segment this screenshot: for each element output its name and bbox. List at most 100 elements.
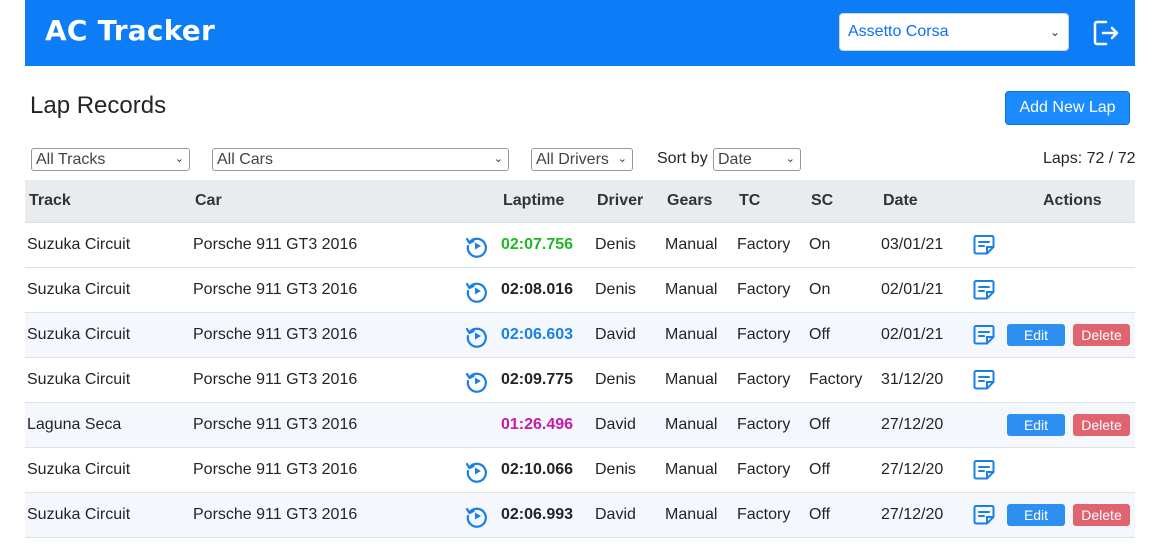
header-driver[interactable]: Driver	[597, 192, 643, 210]
cell-date: 02/01/21	[881, 281, 944, 298]
table-row: Suzuka Circuit Porsche 911 GT3 2016 02:1…	[25, 448, 1135, 493]
logout-icon[interactable]	[1091, 18, 1121, 48]
delete-button[interactable]: Delete	[1073, 324, 1130, 346]
game-select[interactable]: Assetto Corsa ⌄	[839, 13, 1069, 51]
edit-button[interactable]: Edit	[1007, 504, 1065, 526]
header-sc[interactable]: SC	[811, 192, 833, 210]
cell-gears: Manual	[665, 326, 718, 343]
cell-track: Suzuka Circuit	[27, 371, 131, 388]
header-track[interactable]: Track	[29, 192, 71, 210]
track-filter[interactable]: All Tracks ⌄	[31, 148, 190, 171]
game-select-value: Assetto Corsa	[848, 23, 949, 40]
edit-button[interactable]: Edit	[1007, 324, 1065, 346]
replay-icon[interactable]	[465, 369, 489, 393]
table-row: Suzuka Circuit Porsche 911 GT3 2016 02:0…	[25, 223, 1135, 268]
cell-tc: Factory	[737, 281, 791, 298]
notes-icon[interactable]	[972, 503, 996, 527]
table-row: Suzuka Circuit Porsche 911 GT3 2016 02:0…	[25, 268, 1135, 313]
table-row: Suzuka Circuit Porsche 911 GT3 2016 02:0…	[25, 358, 1135, 403]
header-laptime[interactable]: Laptime	[503, 192, 564, 210]
driver-filter[interactable]: All Drivers ⌄	[531, 148, 633, 171]
notes-icon[interactable]	[972, 458, 996, 482]
notes-icon[interactable]	[972, 278, 996, 302]
cell-car: Porsche 911 GT3 2016	[193, 326, 358, 343]
navbar: AC Tracker Assetto Corsa ⌄	[25, 0, 1135, 66]
notes-icon[interactable]	[972, 368, 996, 392]
cell-driver: Denis	[595, 236, 636, 253]
chevron-down-icon: ⌄	[174, 153, 184, 165]
edit-button[interactable]: Edit	[1007, 414, 1065, 436]
cell-sc: On	[809, 281, 831, 298]
cell-tc: Factory	[737, 461, 791, 478]
cell-car: Porsche 911 GT3 2016	[193, 281, 358, 298]
sort-select[interactable]: Date ⌄	[713, 148, 801, 171]
cell-laptime: 02:08.016	[501, 281, 574, 298]
sort-select-value: Date	[718, 151, 752, 168]
chevron-down-icon: ⌄	[617, 153, 627, 165]
table-row: Suzuka Circuit Porsche 911 GT3 2016 02:0…	[25, 313, 1135, 358]
track-filter-value: All Tracks	[36, 151, 106, 168]
brand-title[interactable]: AC Tracker	[45, 14, 215, 47]
replay-icon[interactable]	[465, 324, 489, 348]
cell-track: Suzuka Circuit	[27, 506, 131, 523]
header-date[interactable]: Date	[883, 192, 918, 210]
sort-label: Sort by	[657, 150, 708, 167]
cell-gears: Manual	[665, 416, 718, 433]
cell-car: Porsche 911 GT3 2016	[193, 371, 358, 388]
cell-gears: Manual	[665, 506, 718, 523]
cell-date: 27/12/20	[881, 416, 944, 433]
table-row: Laguna Seca Porsche 911 GT3 2016 01:26.4…	[25, 403, 1135, 448]
add-new-lap-button[interactable]: Add New Lap	[1005, 91, 1130, 125]
cell-driver: David	[595, 416, 636, 433]
cell-driver: David	[595, 326, 636, 343]
delete-button[interactable]: Delete	[1073, 504, 1130, 526]
replay-icon[interactable]	[465, 279, 489, 303]
car-filter[interactable]: All Cars ⌄	[212, 148, 509, 171]
replay-icon[interactable]	[465, 234, 489, 258]
delete-button[interactable]: Delete	[1073, 414, 1130, 436]
table-row: Suzuka Circuit Porsche 911 GT3 2016 02:0…	[25, 493, 1135, 538]
laps-count: Laps: 72 / 72	[1043, 150, 1136, 167]
cell-laptime: 02:06.993	[501, 506, 574, 523]
header-tc[interactable]: TC	[739, 192, 760, 210]
cell-date: 03/01/21	[881, 236, 944, 253]
table-body: Suzuka Circuit Porsche 911 GT3 2016 02:0…	[25, 223, 1135, 538]
cell-date: 02/01/21	[881, 326, 944, 343]
cell-sc: Off	[809, 326, 831, 343]
page-title: Lap Records	[30, 92, 167, 119]
cell-driver: Denis	[595, 371, 636, 388]
header-car[interactable]: Car	[195, 192, 222, 210]
cell-sc: Off	[809, 416, 831, 433]
cell-car: Porsche 911 GT3 2016	[193, 461, 358, 478]
cell-tc: Factory	[737, 371, 791, 388]
cell-driver: David	[595, 506, 636, 523]
table-header: Track Car Laptime Driver Gears TC SC Dat…	[25, 180, 1135, 223]
cell-date: 27/12/20	[881, 506, 944, 523]
car-filter-value: All Cars	[217, 151, 274, 168]
cell-track: Suzuka Circuit	[27, 326, 131, 343]
cell-tc: Factory	[737, 236, 791, 253]
header-actions: Actions	[1043, 192, 1102, 209]
cell-car: Porsche 911 GT3 2016	[193, 506, 358, 523]
chevron-down-icon: ⌄	[493, 153, 503, 165]
driver-filter-value: All Drivers	[536, 151, 609, 168]
replay-icon[interactable]	[465, 459, 489, 483]
cell-track: Suzuka Circuit	[27, 281, 131, 298]
cell-laptime: 01:26.496	[501, 416, 574, 433]
cell-driver: Denis	[595, 461, 636, 478]
chevron-down-icon: ⌄	[1049, 25, 1060, 39]
notes-icon[interactable]	[972, 233, 996, 257]
cell-gears: Manual	[665, 371, 718, 388]
notes-icon[interactable]	[972, 323, 996, 347]
cell-sc: Factory	[809, 371, 863, 388]
cell-sc: Off	[809, 506, 831, 523]
cell-track: Suzuka Circuit	[27, 461, 131, 478]
cell-laptime: 02:07.756	[501, 236, 574, 253]
cell-date: 27/12/20	[881, 461, 944, 478]
replay-icon[interactable]	[465, 504, 489, 528]
cell-laptime: 02:06.603	[501, 326, 574, 343]
header-gears[interactable]: Gears	[667, 192, 712, 210]
cell-tc: Factory	[737, 326, 791, 343]
cell-tc: Factory	[737, 416, 791, 433]
cell-tc: Factory	[737, 506, 791, 523]
